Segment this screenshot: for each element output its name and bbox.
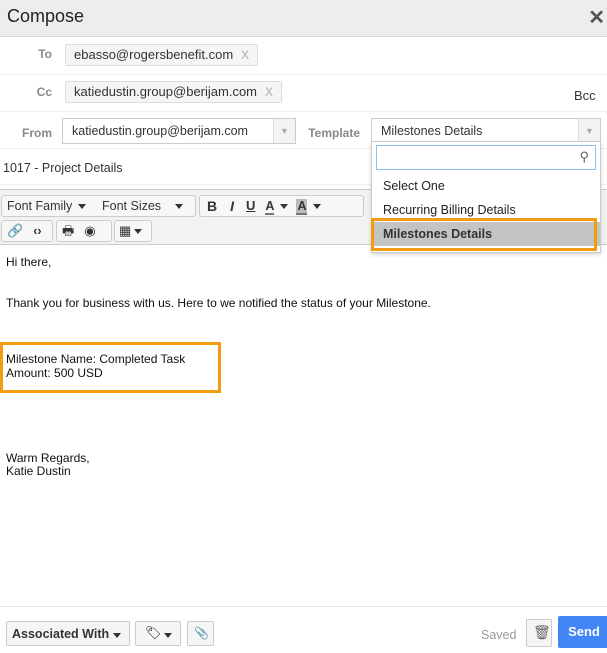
to-chip[interactable]: ebasso@rogersbenefit.com X: [65, 44, 259, 66]
window-title: Compose: [7, 6, 85, 26]
link-group: 🔗 ‹›: [1, 220, 53, 242]
template-search-input[interactable]: ⚲: [376, 145, 596, 170]
tag-icon: 🏷: [145, 625, 162, 640]
paperclip-icon: 📎: [194, 626, 209, 640]
trash-icon: 🗑: [533, 624, 551, 640]
font-sizes-dropdown[interactable]: Font Sizes: [97, 196, 195, 216]
subject-field[interactable]: 1017 - Project Details: [3, 161, 123, 175]
body-signature: Katie Dustin: [6, 464, 71, 478]
send-button[interactable]: Send: [558, 616, 607, 648]
font-family-dropdown[interactable]: Font Family: [2, 196, 97, 216]
search-icon: ⚲: [579, 149, 589, 164]
attach-button[interactable]: 📎: [187, 621, 214, 646]
from-label: From: [22, 126, 52, 140]
print-group: 🖶 ◉: [56, 220, 112, 242]
selected-option-highlight-box: [371, 218, 597, 251]
divider: [0, 74, 607, 75]
compose-header: Compose ✕: [0, 0, 607, 37]
tag-button[interactable]: 🏷: [135, 621, 181, 646]
divider: [0, 606, 607, 607]
from-select[interactable]: katiedustin.group@berijam.com ▼: [62, 118, 296, 144]
template-option[interactable]: Select One: [372, 174, 600, 198]
template-label: Template: [308, 126, 360, 140]
caret-down-icon: [164, 633, 172, 638]
bg-color-button[interactable]: A: [292, 196, 325, 216]
to-chip-email: ebasso@rogersbenefit.com: [74, 47, 234, 62]
body-milestone-name: Milestone Name: Completed Task: [6, 352, 186, 366]
font-family-label: Font Family: [7, 199, 73, 213]
cc-label: Cc: [36, 85, 52, 99]
caret-down-icon: [175, 204, 184, 210]
caret-down-icon: [113, 633, 121, 638]
format-group: B I U A A: [199, 195, 364, 217]
bg-color-icon: A: [296, 199, 308, 215]
font-sizes-label: Font Sizes: [102, 199, 162, 213]
italic-button[interactable]: I: [224, 196, 240, 216]
caret-down-icon: [280, 204, 289, 210]
link-icon[interactable]: 🔗: [2, 221, 28, 241]
bcc-link[interactable]: Bcc: [574, 88, 596, 103]
body-greeting: Hi there,: [6, 255, 52, 269]
preview-eye-icon[interactable]: ◉: [79, 221, 100, 241]
template-value: Milestones Details: [381, 124, 483, 138]
caret-down-icon: [78, 204, 87, 210]
delete-button[interactable]: 🗑: [526, 619, 552, 647]
remove-chip-icon[interactable]: X: [265, 85, 273, 99]
print-icon[interactable]: 🖶: [57, 221, 79, 241]
table-group: ▦: [114, 220, 152, 242]
bold-button[interactable]: B: [200, 196, 224, 216]
body-intro: Thank you for business with us. Here to …: [6, 296, 431, 310]
chevron-down-icon: ▼: [578, 119, 600, 143]
saved-status: Saved: [481, 628, 517, 642]
body-amount: Amount: 500 USD: [6, 366, 103, 380]
associated-with-button[interactable]: Associated With: [6, 621, 130, 646]
text-color-button[interactable]: A: [261, 196, 292, 216]
caret-down-icon: [134, 229, 143, 235]
cc-chip-email: katiedustin.group@berijam.com: [74, 84, 258, 99]
text-color-icon: A: [265, 199, 275, 215]
font-group: Font Family Font Sizes: [1, 195, 196, 217]
chevron-down-icon: ▼: [273, 119, 295, 143]
body-closing: Warm Regards,: [6, 451, 90, 465]
from-value: katiedustin.group@berijam.com: [72, 124, 248, 138]
remove-chip-icon[interactable]: X: [241, 48, 249, 62]
underline-button[interactable]: U: [240, 196, 261, 216]
table-icon[interactable]: ▦: [115, 221, 146, 241]
to-label: To: [38, 47, 52, 61]
code-icon[interactable]: ‹›: [28, 221, 46, 241]
caret-down-icon: [313, 204, 322, 210]
cc-chip[interactable]: katiedustin.group@berijam.com X: [65, 81, 283, 103]
close-icon[interactable]: ✕: [588, 5, 605, 30]
divider: [0, 111, 607, 112]
associated-with-label: Associated With: [12, 627, 110, 641]
